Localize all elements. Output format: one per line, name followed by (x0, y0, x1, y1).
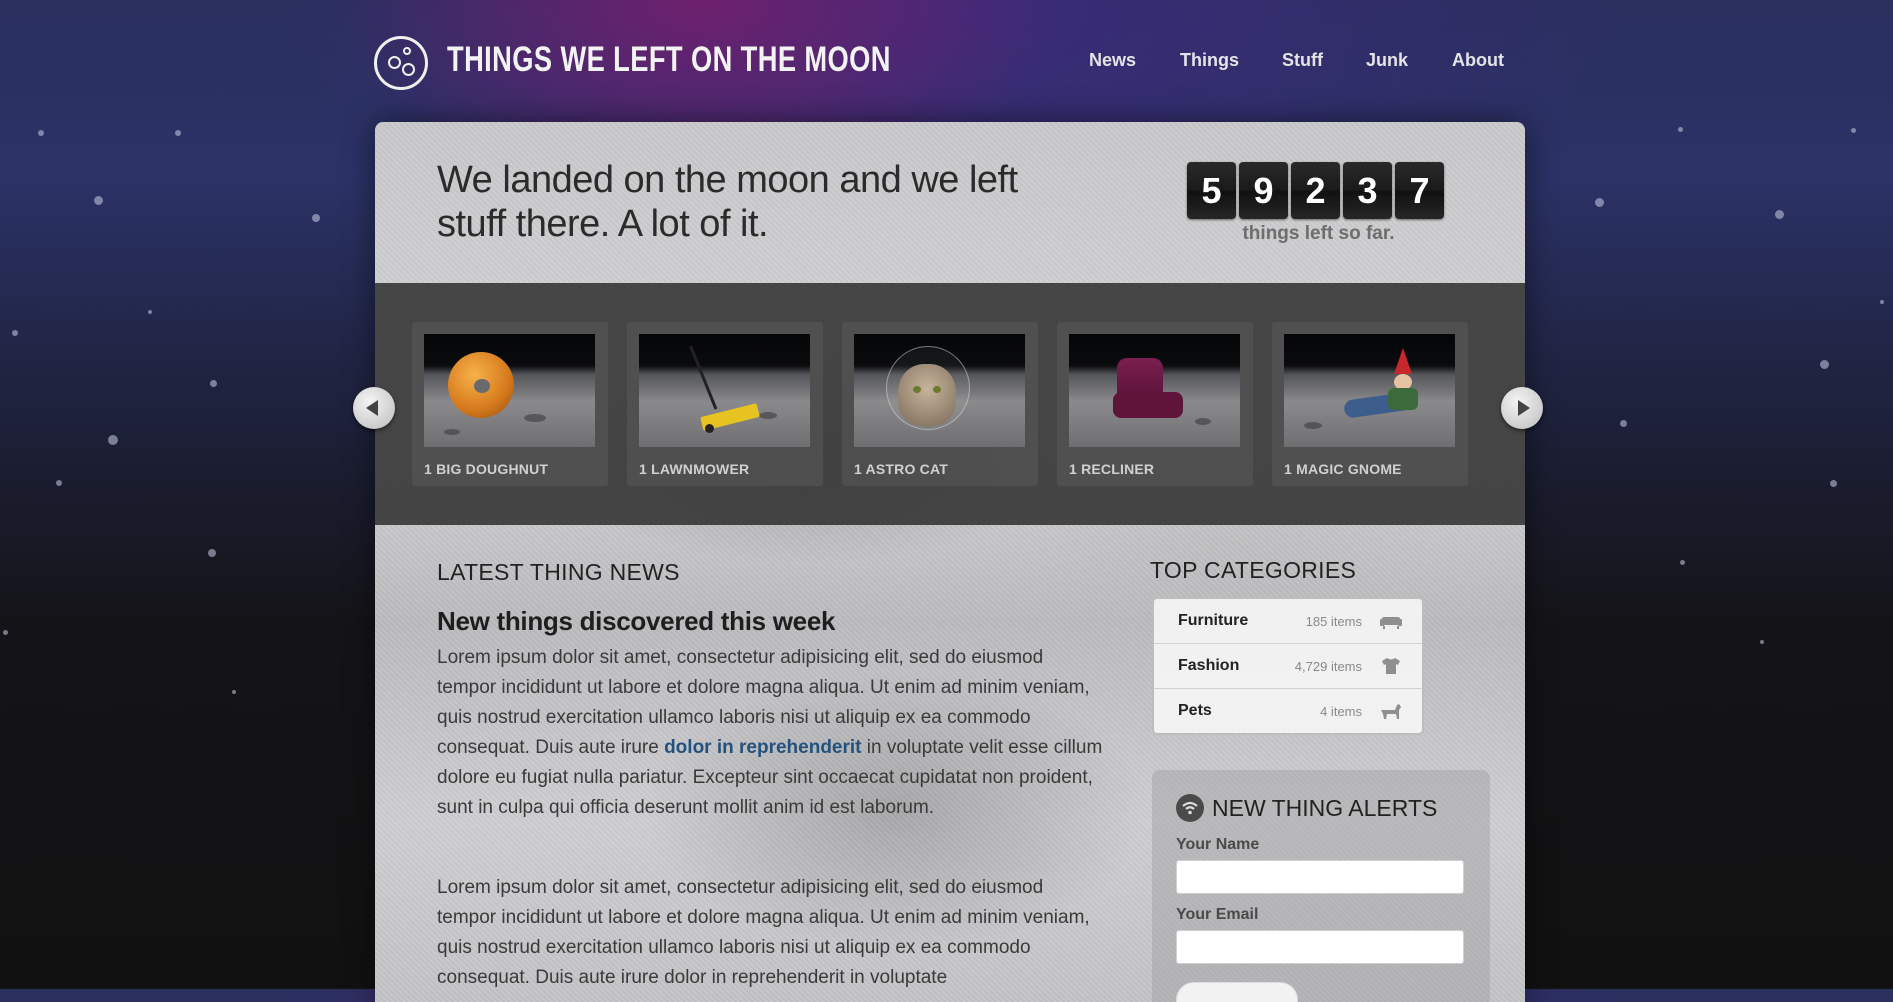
category-name: Fashion (1178, 657, 1240, 674)
nav-junk[interactable]: Junk (1366, 50, 1408, 71)
alerts-signup-box: NEW THING ALERTS Your Name Your Email (1152, 770, 1490, 1002)
star (1880, 300, 1884, 304)
counter-label: things left so far. (1242, 223, 1395, 244)
category-list: Furniture 185 items Fashion 4,729 items … (1152, 597, 1424, 735)
category-item-fashion[interactable]: Fashion 4,729 items (1154, 644, 1422, 689)
carousel-card-recliner[interactable]: 1 RECLINER (1057, 322, 1253, 486)
name-label: Your Name (1176, 836, 1260, 853)
top-categories-heading: TOP CATEGORIES (1150, 557, 1357, 583)
moon-logo-icon[interactable] (374, 36, 428, 90)
doughnut-image (424, 334, 595, 447)
article-paragraph: Lorem ipsum dolor sit amet, consectetur … (437, 647, 1103, 818)
counter-digit: 2 (1291, 162, 1340, 219)
star (1851, 128, 1856, 133)
carousel-card-astro-cat[interactable]: 1 ASTRO CAT (842, 322, 1038, 486)
nav-stuff[interactable]: Stuff (1282, 50, 1323, 71)
sofa-icon (1380, 617, 1402, 629)
things-carousel: 1 BIG DOUGHNUT 1 LAWNMOWER 1 ASTRO CAT 1… (375, 283, 1525, 525)
star (1775, 210, 1784, 219)
carousel-prev-button[interactable] (353, 387, 395, 429)
nav-about[interactable]: About (1452, 50, 1504, 71)
email-label: Your Email (1176, 906, 1259, 923)
star (1678, 127, 1683, 132)
nav-news[interactable]: News (1089, 50, 1136, 71)
star (312, 214, 320, 222)
astro-cat-image (854, 334, 1025, 447)
dog-icon (1381, 704, 1401, 719)
star (108, 435, 118, 445)
category-item-pets[interactable]: Pets 4 items (1154, 689, 1422, 733)
name-input[interactable] (1176, 860, 1464, 894)
nav-things[interactable]: Things (1180, 50, 1239, 71)
lawnmower-image (639, 334, 810, 447)
star (1760, 640, 1764, 644)
hero-tagline: We landed on the moon and we left stuff … (437, 159, 1018, 245)
chevron-right-icon (1518, 400, 1530, 416)
star (12, 330, 18, 336)
category-name: Furniture (1178, 612, 1249, 629)
category-item-furniture[interactable]: Furniture 185 items (1154, 599, 1422, 644)
latest-news-heading: LATEST THING NEWS (437, 559, 680, 585)
carousel-card-label: 1 BIG DOUGHNUT (424, 461, 549, 477)
star (1820, 360, 1829, 369)
carousel-card-label: 1 MAGIC GNOME (1284, 461, 1402, 477)
carousel-next-button[interactable] (1501, 387, 1543, 429)
star (1680, 560, 1685, 565)
shirt-icon (1382, 658, 1400, 674)
star (148, 310, 152, 314)
star (94, 196, 103, 205)
things-counter: 5 9 2 3 7 (1187, 162, 1444, 219)
article-paragraph: Lorem ipsum dolor sit amet, consectetur … (437, 877, 1090, 988)
article-link[interactable]: dolor in reprehenderit (664, 737, 861, 758)
star (1830, 480, 1837, 487)
star (232, 690, 236, 694)
subscribe-button[interactable] (1176, 982, 1298, 1002)
carousel-card-label: 1 RECLINER (1069, 461, 1155, 477)
carousel-card-label: 1 LAWNMOWER (639, 461, 750, 477)
star (38, 130, 44, 136)
carousel-card-label: 1 ASTRO CAT (854, 461, 948, 477)
email-input[interactable] (1176, 930, 1464, 964)
category-name: Pets (1178, 702, 1212, 719)
counter-digit: 5 (1187, 162, 1236, 219)
recliner-image (1069, 334, 1240, 447)
counter-digit: 9 (1239, 162, 1288, 219)
gnome-image (1284, 334, 1455, 447)
carousel-card-doughnut[interactable]: 1 BIG DOUGHNUT (412, 322, 608, 486)
category-count: 185 items (1305, 614, 1362, 629)
chevron-left-icon (366, 400, 378, 416)
category-count: 4,729 items (1294, 659, 1362, 674)
counter-digit: 3 (1343, 162, 1392, 219)
star (175, 130, 181, 136)
carousel-card-magic-gnome[interactable]: 1 MAGIC GNOME (1272, 322, 1468, 486)
article-title[interactable]: New things discovered this week (437, 606, 835, 637)
star (208, 549, 216, 557)
alerts-heading: NEW THING ALERTS (1212, 795, 1438, 821)
counter-digit: 7 (1395, 162, 1444, 219)
star (3, 630, 8, 635)
star (56, 480, 62, 486)
carousel-card-lawnmower[interactable]: 1 LAWNMOWER (627, 322, 823, 486)
category-count: 4 items (1320, 704, 1362, 719)
star (1595, 198, 1604, 207)
star (1620, 420, 1627, 427)
wifi-icon (1176, 794, 1204, 822)
site-title[interactable]: THINGS WE LEFT ON THE MOON (447, 40, 891, 80)
main-panel: We landed on the moon and we left stuff … (375, 122, 1525, 1002)
star (210, 380, 217, 387)
